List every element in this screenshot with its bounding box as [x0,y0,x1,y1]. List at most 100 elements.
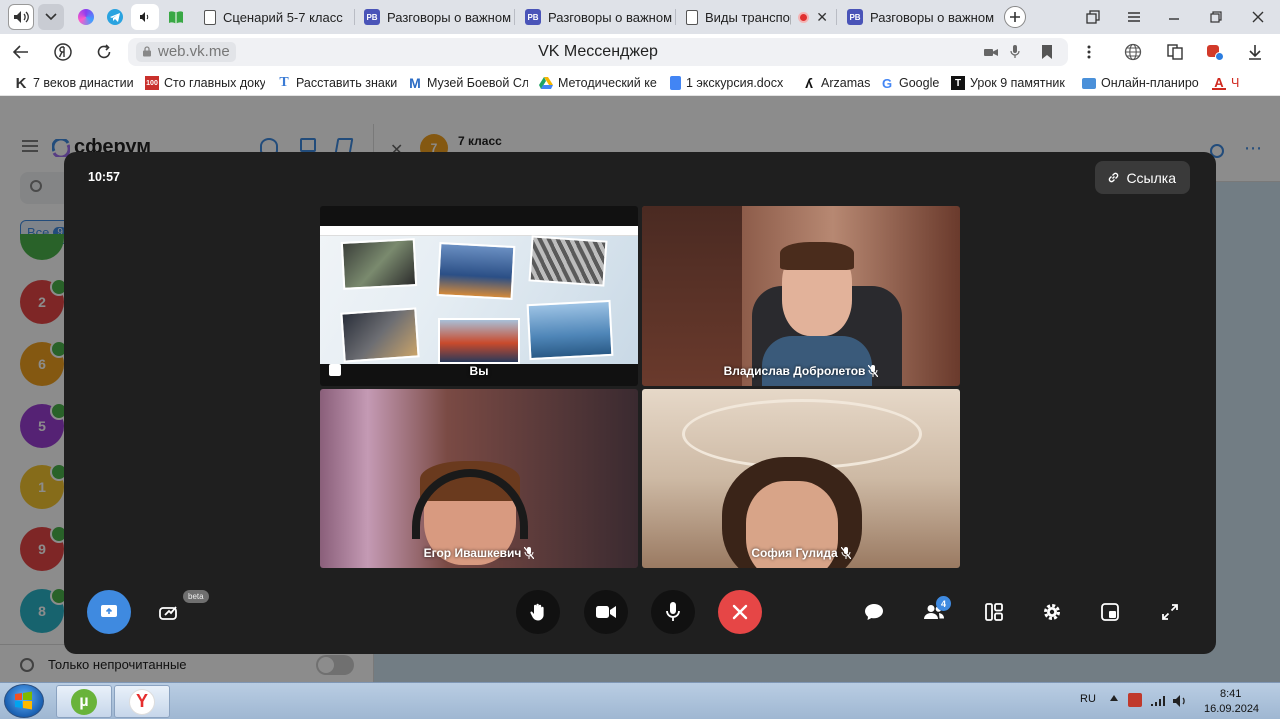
fullscreen-button[interactable] [1148,590,1192,634]
tray-app-icon[interactable] [1128,693,1142,707]
clock-date[interactable]: 16.09.2024 [1204,703,1259,715]
bookmark-3[interactable]: T Расставить знаки [277,74,397,92]
screen-share-button[interactable] [87,590,131,634]
collections-button[interactable] [1164,42,1186,62]
yandex-button[interactable] [52,42,74,62]
extension-button[interactable] [1204,42,1226,62]
reload-button[interactable] [93,42,115,62]
tab-label: Сценарий 5-7 класс [223,9,343,25]
settings-button[interactable] [1030,590,1074,634]
globe-icon [1124,43,1142,61]
url-field[interactable]: web.vk.me VK Мессенджер [128,38,1068,66]
bookmark-label: 1 экскурсия.docx [686,76,784,90]
google-drive-icon [539,77,553,89]
minimize-button[interactable] [1162,6,1186,28]
video-call-window: 10:57 Ссылка Вы Владислав Добролетов Его… [64,152,1216,654]
hamburger-icon [1128,12,1140,22]
globe-button[interactable] [1122,42,1144,62]
more-button[interactable] [1078,42,1100,62]
volume-icon[interactable] [1172,694,1188,708]
participants-button[interactable] [912,590,956,634]
network-icon[interactable] [1150,695,1166,707]
tab-4[interactable]: Виды транспорт ✕ [678,4,836,30]
camera-permission-icon[interactable] [984,46,998,61]
participant-tile-4[interactable]: София Гулида [642,389,960,568]
bookmark-11[interactable]: A Ч [1212,74,1252,92]
bookmark-10[interactable]: Онлайн-планиро [1082,74,1202,92]
sound-tab-button[interactable] [8,4,34,30]
tab-2[interactable]: РВ Разговоры о важном [356,4,514,30]
pinned-tab-alice[interactable] [74,4,98,30]
pinned-tab-audio-active[interactable] [131,4,159,30]
bookmark-5[interactable]: Методический ке [539,74,659,92]
tray-expand-icon[interactable] [1110,695,1118,701]
restore-button[interactable] [1204,6,1228,28]
photo-bridge [526,299,614,361]
pinned-tab-telegram[interactable] [103,4,127,30]
downloads-button[interactable] [1244,42,1266,62]
bookmark-label: Методический ке [558,76,657,90]
link-icon [1109,172,1119,183]
bookmark-9[interactable]: T Урок 9 памятник [951,74,1071,92]
bookmark-8[interactable]: G Google [880,74,944,92]
bookmark-2[interactable]: 100 Сто главных доку [145,74,265,92]
end-call-button[interactable] [718,590,762,634]
bookmark-4[interactable]: M Музей Боевой Сл [408,74,528,92]
picture-in-picture-button[interactable] [1088,590,1132,634]
participant-name: Владислав Добролетов [723,364,866,378]
tab-3[interactable]: РВ Разговоры о важном [517,4,675,30]
camera-button[interactable] [584,590,628,634]
clock-time[interactable]: 8:41 [1220,688,1241,700]
taskbar-yandex-browser[interactable]: Y [114,685,170,718]
close-tab-icon[interactable]: ✕ [816,9,828,26]
taskbar-utorrent[interactable]: µ [56,685,112,718]
yandex-logo-icon [54,43,72,61]
document-icon [686,9,698,25]
bookmark-7[interactable]: ʎ Arzamas [802,74,872,92]
yandex-browser-icon: Y [129,688,155,715]
bookmark-label: Расставить знаки [296,76,397,90]
microphone-button[interactable] [651,590,695,634]
alice-icon [78,9,94,25]
chat-button[interactable] [852,590,896,634]
participants-count-badge: 4 [936,596,951,611]
close-window-button[interactable] [1246,6,1270,28]
participant-name: Вы [469,364,489,378]
k-logo-icon: K [15,74,27,92]
microphone-permission-icon[interactable] [1010,45,1020,62]
tabs-dropdown-button[interactable] [38,4,64,30]
a-red-logo-icon: A [1212,75,1226,90]
tab-1[interactable]: Сценарий 5-7 класс [196,4,354,30]
new-tab-button[interactable] [1004,6,1026,28]
bookmark-label: Музей Боевой Сл [427,76,528,90]
rv-icon: РВ [847,9,863,25]
language-indicator[interactable]: RU [1080,693,1096,705]
bookmark-6[interactable]: 1 экскурсия.docx [670,74,790,92]
back-button[interactable] [10,42,32,62]
bookmark-label: 7 веков династии [33,76,134,90]
copy-link-button[interactable]: Ссылка [1095,161,1190,194]
raise-hand-button[interactable] [516,590,560,634]
participant-tile-2[interactable]: Владислав Добролетов [642,206,960,386]
bookmark-icon[interactable] [1042,45,1052,62]
menu-button[interactable] [1122,6,1146,28]
video-camera-icon [596,606,616,618]
pinned-tab-book[interactable] [164,4,188,30]
bookmarks-bar: K 7 веков династии 100 Сто главных доку … [0,70,1280,96]
tab-5[interactable]: РВ Разговоры о важном [839,4,997,30]
bookmark-1[interactable]: K 7 веков династии [14,74,134,92]
tab-label: Разговоры о важном [548,9,673,25]
start-button[interactable] [4,684,44,718]
photo-railway [528,235,608,287]
close-icon [732,604,748,620]
chevron-down-icon [45,13,57,21]
m-logo-icon: M [409,75,421,91]
participant-tile-3[interactable]: Егор Ивашкевич [320,389,638,568]
extension-icon [1206,43,1224,61]
layout-button[interactable] [972,590,1016,634]
tab-manager-button[interactable] [1081,6,1105,28]
bookmark-label: Урок 9 памятник [970,76,1065,90]
telegram-icon [107,9,123,25]
participant-tile-self[interactable]: Вы [320,206,638,386]
grid-layout-icon [985,603,1003,621]
